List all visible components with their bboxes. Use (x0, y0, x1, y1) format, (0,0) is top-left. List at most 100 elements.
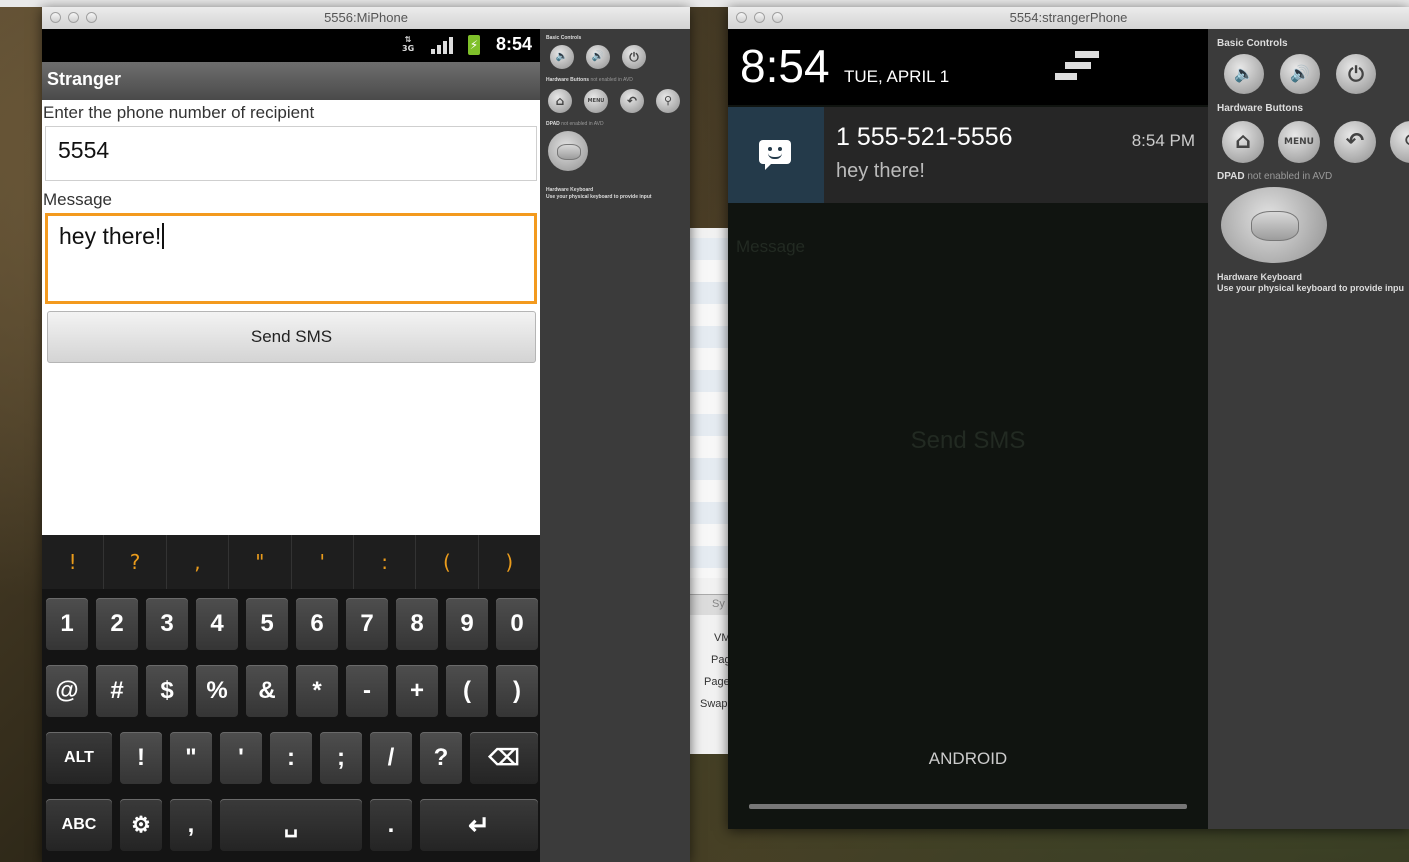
hardware-keyboard-note: Use your physical keyboard to provide in… (1217, 283, 1405, 293)
smiley-bubble-icon (759, 140, 791, 170)
suggestion-key[interactable]: ) (479, 535, 540, 589)
recipient-input[interactable]: 5554 (45, 126, 537, 181)
background-message-label: Message (736, 237, 805, 256)
enter-key[interactable]: ↵ (420, 799, 538, 851)
space-key[interactable]: ␣ (220, 799, 362, 851)
back-icon[interactable]: ↶ (620, 89, 644, 113)
search-icon[interactable]: ⚲ (656, 89, 680, 113)
key-minus[interactable]: - (346, 665, 388, 717)
menu-button[interactable]: MENU (584, 89, 608, 113)
key-2[interactable]: 2 (96, 598, 138, 650)
signal-icon (431, 37, 453, 54)
soft-keyboard: ! ? , " ' : ( ) 1 2 3 4 5 6 7 8 9 0 @ # … (42, 535, 540, 862)
zoom-button[interactable] (772, 12, 783, 23)
key-5[interactable]: 5 (246, 598, 288, 650)
suggestion-key[interactable]: , (167, 535, 230, 589)
home-icon[interactable]: ⌂ (548, 89, 572, 113)
key-period[interactable]: . (370, 799, 412, 851)
hardware-keyboard-label: Hardware Keyboard (546, 187, 594, 193)
basic-controls-label: Basic Controls (1217, 38, 1288, 49)
key-at[interactable]: @ (46, 665, 88, 717)
key-close-paren[interactable]: ) (496, 665, 538, 717)
basic-controls-label: Basic Controls (546, 35, 582, 41)
background-list (690, 238, 730, 578)
background-item: Swap (700, 698, 728, 710)
shade-drag-handle[interactable] (749, 804, 1187, 809)
key-double-quote[interactable]: " (170, 732, 212, 784)
key-asterisk[interactable]: * (296, 665, 338, 717)
minimize-button[interactable] (754, 12, 765, 23)
minimize-button[interactable] (68, 12, 79, 23)
status-bar: ⇅ 3G ⚡ 8:54 (42, 29, 540, 62)
background-tab[interactable]: Sy (690, 594, 730, 615)
alt-key[interactable]: ALT (46, 732, 112, 784)
carrier-label: ANDROID (928, 749, 1008, 768)
dpad-center[interactable] (1251, 211, 1299, 241)
menu-button[interactable]: MENU (1278, 121, 1320, 163)
settings-gear-icon[interactable]: ⚙ (120, 799, 162, 851)
dpad-control[interactable] (548, 131, 588, 171)
power-icon[interactable]: ⏻ (622, 45, 646, 69)
key-dollar[interactable]: $ (146, 665, 188, 717)
message-icon (728, 107, 824, 203)
key-slash[interactable]: / (370, 732, 412, 784)
background-send-button: Send SMS (910, 427, 1026, 454)
key-3[interactable]: 3 (146, 598, 188, 650)
window-title: 5554:strangerPhone (1009, 10, 1128, 25)
close-button[interactable] (736, 12, 747, 23)
sms-notification[interactable]: 1 555-521-5556 8:54 PM hey there! (728, 107, 1208, 203)
send-sms-button[interactable]: Send SMS (47, 311, 536, 363)
dpad-center[interactable] (557, 144, 581, 160)
suggestion-key[interactable]: ? (104, 535, 167, 589)
key-6[interactable]: 6 (296, 598, 338, 650)
key-0[interactable]: 0 (496, 598, 538, 650)
zoom-button[interactable] (86, 12, 97, 23)
recipient-label: Enter the phone number of recipient (43, 103, 315, 122)
key-percent[interactable]: % (196, 665, 238, 717)
notification-sender: 1 555-521-5556 (836, 123, 1013, 151)
phone-screen: Message Send SMS 8:54 TUE, APRIL 1 1 555… (728, 29, 1208, 829)
background-item: Page (704, 676, 730, 688)
key-open-paren[interactable]: ( (446, 665, 488, 717)
key-7[interactable]: 7 (346, 598, 388, 650)
volume-down-icon[interactable]: 🔈 (1224, 54, 1264, 94)
power-icon[interactable]: ⏻ (1336, 54, 1376, 94)
app-title-bar: Stranger (42, 62, 540, 100)
volume-up-icon[interactable]: 🔊 (586, 45, 610, 69)
search-icon[interactable]: ⚲ (1390, 121, 1409, 163)
shade-date: TUE, APRIL 1 (844, 67, 950, 86)
emulator-controls-panel: Basic Controls 🔈 🔊 ⏻ Hardware Buttons no… (540, 29, 690, 862)
text-cursor (162, 223, 165, 249)
suggestion-key[interactable]: ! (42, 535, 105, 589)
key-hash[interactable]: # (96, 665, 138, 717)
key-colon[interactable]: : (270, 732, 312, 784)
suggestion-key[interactable]: ' (292, 535, 354, 589)
home-icon[interactable]: ⌂ (1222, 121, 1264, 163)
suggestion-key[interactable]: " (229, 535, 292, 589)
quick-settings-icon[interactable] (1055, 51, 1101, 85)
key-question[interactable]: ? (420, 732, 462, 784)
key-comma[interactable]: , (170, 799, 212, 851)
dpad-control[interactable] (1221, 187, 1327, 263)
key-single-quote[interactable]: ' (220, 732, 262, 784)
emulator-window-miphone: 5556:MiPhone ⇅ 3G ⚡ 8:54 Stranger Enter t… (42, 7, 690, 862)
key-9[interactable]: 9 (446, 598, 488, 650)
key-8[interactable]: 8 (396, 598, 438, 650)
back-icon[interactable]: ↶ (1334, 121, 1376, 163)
key-1[interactable]: 1 (46, 598, 88, 650)
backspace-key[interactable]: ⌫ (470, 732, 538, 784)
volume-up-icon[interactable]: 🔊 (1280, 54, 1320, 94)
abc-key[interactable]: ABC (46, 799, 112, 851)
suggestion-key[interactable]: ( (416, 535, 479, 589)
key-semicolon[interactable]: ; (320, 732, 362, 784)
key-ampersand[interactable]: & (246, 665, 288, 717)
window-titlebar[interactable]: 5554:strangerPhone (728, 7, 1409, 30)
window-titlebar[interactable]: 5556:MiPhone (42, 7, 690, 30)
key-4[interactable]: 4 (196, 598, 238, 650)
message-input[interactable]: hey there! (45, 213, 537, 304)
key-exclamation[interactable]: ! (120, 732, 162, 784)
close-button[interactable] (50, 12, 61, 23)
suggestion-key[interactable]: : (354, 535, 417, 589)
volume-down-icon[interactable]: 🔈 (550, 45, 574, 69)
key-plus[interactable]: + (396, 665, 438, 717)
